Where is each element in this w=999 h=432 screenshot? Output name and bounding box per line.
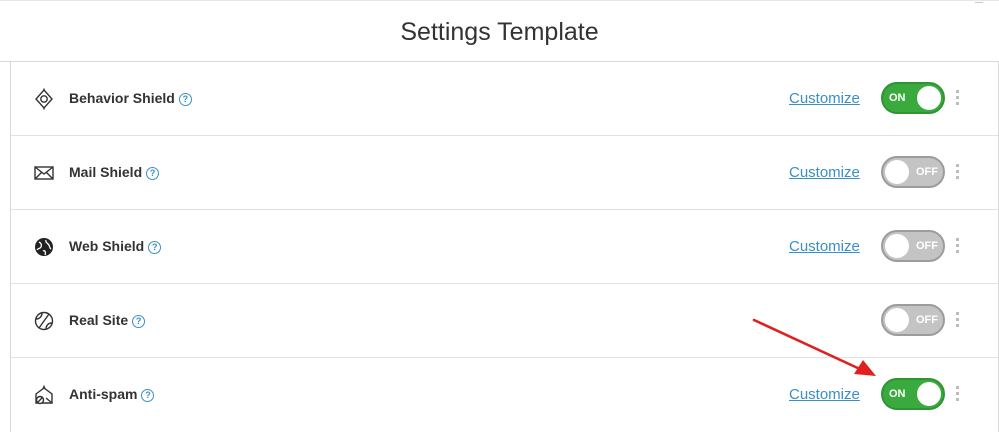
shield-toggle[interactable]: OFF — [881, 230, 945, 262]
corner-mark — [975, 2, 983, 3]
help-icon[interactable]: ? — [178, 93, 192, 106]
real-site-globe-icon — [33, 310, 55, 332]
shield-label-text: Anti-spam — [69, 386, 138, 402]
shield-toggle[interactable]: ON — [881, 82, 945, 114]
shield-label-text: Real Site — [69, 312, 129, 328]
settings-page: Settings Template Behavior Shield? Custo… — [0, 0, 999, 432]
annotation-arrow-icon — [752, 318, 876, 376]
more-options-icon[interactable] — [956, 386, 960, 404]
shield-label-text: Mail Shield — [69, 164, 143, 180]
shield-label-text: Web Shield — [69, 238, 145, 254]
shield-label-text: Behavior Shield — [69, 90, 175, 106]
shield-label: Behavior Shield? — [69, 90, 192, 106]
shield-toggle[interactable]: OFF — [881, 156, 945, 188]
more-options-icon[interactable] — [956, 312, 960, 330]
toggle-knob — [885, 160, 909, 184]
shield-row-mail-shield: Mail Shield? Customize OFF — [11, 136, 998, 210]
shield-row-behavior-shield: Behavior Shield? Customize ON — [11, 62, 998, 136]
customize-link[interactable]: Customize — [789, 164, 860, 181]
shield-label: Web Shield? — [69, 238, 162, 254]
customize-link[interactable]: Customize — [789, 238, 860, 255]
toggle-state-label: ON — [889, 92, 906, 104]
shield-label: Real Site? — [69, 312, 146, 328]
customize-link[interactable]: Customize — [789, 90, 860, 107]
shield-toggle[interactable]: OFF — [881, 304, 945, 336]
help-icon[interactable]: ? — [132, 315, 146, 328]
customize-link[interactable]: Customize — [789, 386, 860, 403]
shield-row-web-shield: Web Shield? Customize OFF — [11, 210, 998, 284]
toggle-state-label: OFF — [916, 166, 938, 178]
help-icon[interactable]: ? — [141, 389, 155, 402]
header-bar: Settings Template — [0, 0, 999, 62]
globe-icon — [33, 236, 55, 258]
more-options-icon[interactable] — [956, 238, 960, 256]
toggle-knob — [885, 308, 909, 332]
envelope-icon — [33, 162, 55, 184]
shield-label: Anti-spam? — [69, 386, 155, 402]
page-title: Settings Template — [400, 18, 599, 46]
help-icon[interactable]: ? — [148, 241, 162, 254]
toggle-state-label: OFF — [916, 240, 938, 252]
shield-toggle[interactable]: ON — [881, 378, 945, 410]
toggle-state-label: OFF — [916, 314, 938, 326]
anti-spam-icon — [33, 384, 55, 406]
more-options-icon[interactable] — [956, 164, 960, 182]
shield-label: Mail Shield? — [69, 164, 160, 180]
more-options-icon[interactable] — [956, 90, 960, 108]
toggle-knob — [885, 234, 909, 258]
help-icon[interactable]: ? — [146, 167, 160, 180]
toggle-state-label: ON — [889, 388, 906, 400]
behavior-shield-icon — [33, 88, 55, 110]
toggle-knob — [917, 382, 941, 406]
top-divider — [0, 0, 999, 1]
toggle-knob — [917, 86, 941, 110]
